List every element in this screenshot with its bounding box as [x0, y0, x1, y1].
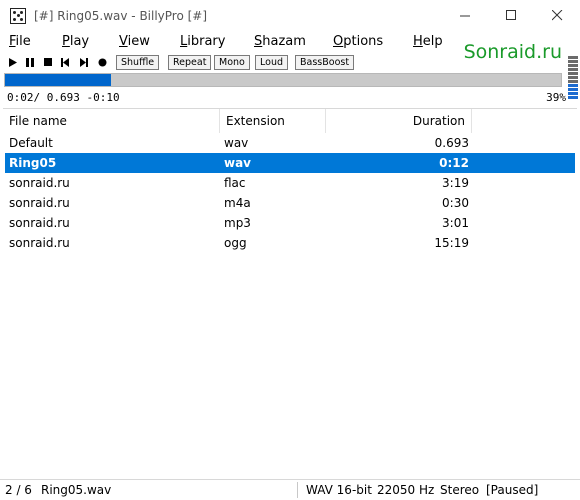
menu-play-accel: P [62, 34, 70, 49]
cell-extension: ogg [224, 236, 247, 250]
stop-icon[interactable] [43, 57, 53, 67]
cell-filename: sonraid.ru [9, 176, 70, 190]
menu-help[interactable]: Help [413, 34, 443, 49]
minimize-icon [459, 15, 470, 17]
bassboost-button[interactable]: BassBoost [295, 55, 355, 70]
list-header: File name Extension Duration [3, 109, 577, 133]
title-bar: [#] Ring05.wav - BillyPro [#] [0, 0, 580, 31]
table-row[interactable]: Ring05 wav 0:12 [5, 153, 575, 173]
status-state: [Paused] [486, 483, 539, 497]
loud-button[interactable]: Loud [255, 55, 288, 70]
menu-file-label: ile [15, 34, 31, 49]
table-row[interactable]: Default wav 0.693 [5, 133, 575, 153]
table-row[interactable]: sonraid.ru flac 3:19 [5, 173, 575, 193]
status-rate: 22050 Hz [377, 483, 435, 497]
menu-file[interactable]: File [9, 34, 31, 49]
status-format: WAV 16-bit [306, 483, 372, 497]
seek-bar-fill [5, 74, 111, 86]
volume-percent: 39% [546, 91, 566, 104]
cell-extension: flac [224, 176, 246, 190]
time-bar: 0:02/ 0.693 -0:10 39% [0, 89, 580, 105]
menu-options[interactable]: Options [333, 34, 383, 49]
cell-extension: m4a [224, 196, 251, 210]
cell-duration: 0:30 [442, 196, 469, 210]
close-button[interactable] [534, 0, 580, 31]
menu-options-label: ptions [343, 34, 384, 49]
cell-duration: 3:19 [442, 176, 469, 190]
menu-view-label: iew [127, 34, 150, 49]
menu-library[interactable]: Library [180, 34, 225, 49]
menu-play-label: lay [69, 34, 90, 49]
seek-bar[interactable] [4, 73, 562, 87]
window-title: [#] Ring05.wav - BillyPro [#] [34, 8, 208, 23]
cell-duration: 3:01 [442, 216, 469, 230]
time-readout: 0:02/ 0.693 -0:10 [7, 91, 120, 104]
menu-play[interactable]: Play [62, 34, 89, 49]
mono-button[interactable]: Mono [214, 55, 250, 70]
cell-filename: Ring05 [9, 156, 57, 170]
cell-extension: wav [224, 136, 249, 150]
column-header-filename[interactable]: File name [3, 109, 220, 133]
record-icon[interactable] [97, 57, 107, 67]
table-row[interactable]: sonraid.ru m4a 0:30 [5, 193, 575, 213]
menu-view[interactable]: View [119, 34, 150, 49]
window-controls [442, 0, 580, 31]
status-bar: 2 / 6 Ring05.wav WAV 16-bit 22050 Hz Ste… [0, 479, 580, 500]
minimize-button[interactable] [442, 0, 488, 31]
menu-help-accel: H [413, 34, 423, 49]
menu-options-accel: O [333, 34, 344, 49]
app-dice-icon[interactable] [10, 7, 26, 24]
transport-toolbar: Shuffle Repeat Mono Loud BassBoost [0, 54, 580, 71]
pause-icon[interactable] [25, 57, 35, 67]
menu-view-accel: V [119, 34, 128, 49]
shuffle-button[interactable]: Shuffle [116, 55, 160, 70]
table-row[interactable]: sonraid.ru mp3 3:01 [5, 213, 575, 233]
menu-shazam-label: hazam [262, 34, 306, 49]
cell-duration: 0.693 [434, 136, 469, 150]
previous-icon[interactable] [60, 57, 70, 67]
status-position: 2 / 6 [5, 483, 32, 497]
cell-extension: wav [224, 156, 252, 170]
menu-library-label: ibrary [187, 34, 226, 49]
play-icon[interactable] [8, 57, 18, 67]
cell-filename: Default [9, 136, 53, 150]
cell-duration: 0:12 [439, 156, 469, 170]
menu-shazam[interactable]: Shazam [254, 34, 306, 49]
menu-help-label: elp [422, 34, 443, 49]
cell-filename: sonraid.ru [9, 216, 70, 230]
column-header-extension[interactable]: Extension [220, 109, 326, 133]
status-separator [297, 482, 298, 498]
cell-filename: sonraid.ru [9, 196, 70, 210]
cell-filename: sonraid.ru [9, 236, 70, 250]
table-row[interactable]: sonraid.ru ogg 15:19 [5, 233, 575, 253]
maximize-button[interactable] [488, 0, 534, 31]
file-list[interactable]: File name Extension Duration Default wav 0… [3, 108, 577, 474]
repeat-button[interactable]: Repeat [168, 55, 212, 70]
close-icon [551, 10, 562, 21]
cell-duration: 15:19 [434, 236, 469, 250]
next-icon[interactable] [79, 57, 89, 67]
status-channels: Stereo [440, 483, 480, 497]
cell-extension: mp3 [224, 216, 251, 230]
maximize-icon [505, 10, 516, 20]
column-header-duration[interactable]: Duration [326, 109, 472, 133]
status-file: Ring05.wav [41, 483, 112, 497]
